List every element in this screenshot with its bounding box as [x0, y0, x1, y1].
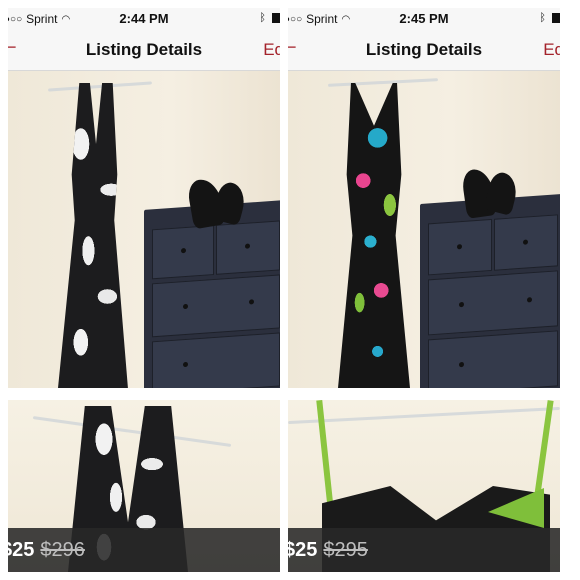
- edit-button[interactable]: Ed: [543, 40, 560, 60]
- hanger-image: [327, 78, 439, 87]
- listing-screenshot-left: ●○○ Sprint ◠ 2:44 PM ᛒ − Listing Details…: [8, 8, 280, 572]
- price-original: $296: [40, 538, 85, 561]
- price-original: $295: [323, 538, 368, 561]
- dresser-image: [144, 200, 280, 388]
- price-bar: $25 $295: [288, 528, 560, 572]
- bluetooth-icon: ᛒ: [259, 12, 266, 24]
- listing-photo-detail[interactable]: $25 $296: [8, 400, 280, 572]
- dress-image: [338, 83, 410, 388]
- listing-photo-main[interactable]: [8, 71, 280, 388]
- hanger-image: [48, 81, 152, 92]
- battery-icon: [272, 13, 280, 23]
- status-time: 2:45 PM: [399, 11, 449, 26]
- nav-bar: − Listing Details Ed: [8, 28, 280, 71]
- bluetooth-icon: ᛒ: [539, 12, 546, 24]
- battery-icon: [552, 13, 560, 23]
- dresser-image: [420, 194, 560, 388]
- edit-button[interactable]: Ed: [263, 40, 280, 60]
- price-current: $25: [288, 538, 318, 561]
- strap-left-image: [316, 400, 334, 511]
- dress-image: [58, 83, 128, 388]
- price-current: $25: [8, 538, 35, 561]
- listing-screenshot-right: ●○○ Sprint ◠ 2:45 PM ᛒ − Listing Details…: [288, 8, 560, 572]
- page-title: Listing Details: [85, 40, 203, 59]
- price-bar: $25 $296: [8, 528, 280, 572]
- status-bar: ●○○ Sprint ◠ 2:45 PM ᛒ: [288, 8, 560, 28]
- status-time: 2:44 PM: [119, 11, 169, 26]
- nav-bar: − Listing Details Ed: [288, 28, 560, 71]
- listing-photo-detail[interactable]: $25 $295: [288, 400, 560, 572]
- listing-photo-main[interactable]: [288, 71, 560, 388]
- status-bar: ●○○ Sprint ◠ 2:44 PM ᛒ: [8, 8, 280, 28]
- page-title: Listing Details: [365, 40, 483, 59]
